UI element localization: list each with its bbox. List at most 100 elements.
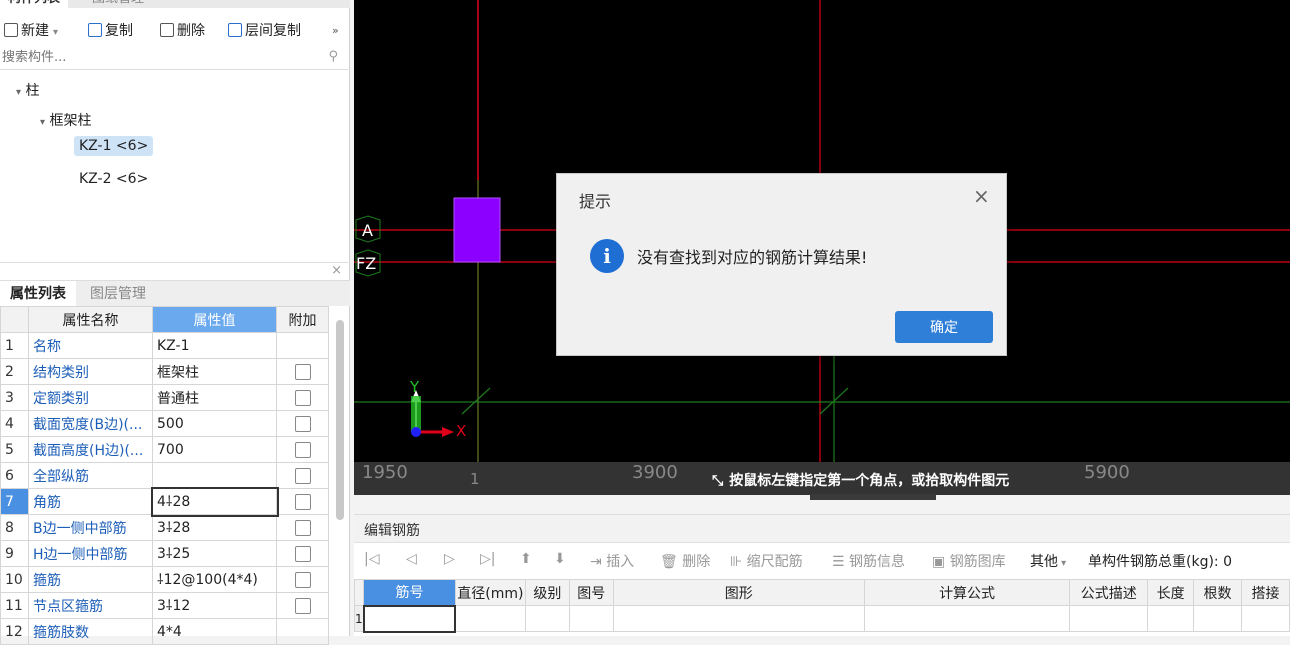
scale-rebar-button[interactable]: ⊪ 缩尺配筋	[730, 551, 803, 571]
tab-drawing-manage[interactable]: 图纸管理	[84, 0, 152, 8]
prev-icon[interactable]: ◁	[406, 551, 417, 567]
property-value[interactable]: 3⸸28	[152, 514, 277, 541]
first-icon[interactable]: |◁	[364, 551, 379, 567]
last-icon[interactable]: ▷|	[480, 551, 495, 567]
col-bar-no[interactable]: 筋号	[363, 579, 456, 606]
cell-bar-no[interactable]	[362, 604, 457, 633]
cell-shape-no[interactable]	[568, 605, 614, 632]
collapse-arrow-icon[interactable]: ▾	[16, 87, 21, 98]
col-shape-no[interactable]: 图号	[568, 579, 614, 606]
splitter-handle[interactable]	[810, 494, 936, 500]
property-value[interactable]	[152, 462, 277, 489]
more-tools-button[interactable]: »	[332, 20, 339, 42]
property-row[interactable]: 11 节点区箍筋 3⸸12	[0, 592, 329, 619]
property-value[interactable]: 4*4	[152, 618, 277, 645]
property-value[interactable]: 3⸸12	[152, 592, 277, 619]
property-value[interactable]: 4⸸28	[150, 486, 279, 517]
add-checkbox[interactable]	[294, 571, 311, 588]
col-lap[interactable]: 搭接	[1241, 579, 1290, 606]
collapse-arrow-icon[interactable]: ▾	[40, 117, 45, 128]
search-icon[interactable]: ⚲	[328, 49, 338, 64]
property-row[interactable]: 9 H边一侧中部筋 3⸸25	[0, 540, 329, 567]
property-add-cell	[276, 410, 329, 437]
property-row[interactable]: 10 箍筋 ⸸12@100(4*4)	[0, 566, 329, 593]
rebar-library-button[interactable]: ▣ 钢筋图库	[932, 551, 1006, 571]
property-row[interactable]: 5 截面高度(H边)(... 700	[0, 436, 329, 463]
insert-button[interactable]: ⇥ 插入	[590, 551, 634, 571]
panel-splitter[interactable]: ×	[0, 262, 348, 280]
tree-node-column[interactable]: ▾ 柱	[16, 80, 39, 100]
move-up-icon[interactable]: ⬆	[520, 551, 532, 567]
cell-length[interactable]	[1147, 605, 1195, 632]
tab-component-list[interactable]: 构件列表	[0, 0, 69, 8]
copy-button[interactable]: 复制	[88, 20, 133, 42]
add-checkbox[interactable]	[294, 519, 311, 536]
rebar-info-button[interactable]: ☰ 钢筋信息	[832, 551, 905, 571]
table-row[interactable]: 1	[353, 604, 1290, 633]
add-checkbox[interactable]	[294, 597, 311, 614]
col-length[interactable]: 长度	[1147, 579, 1195, 606]
cell-formula-desc[interactable]	[1069, 605, 1149, 632]
add-checkbox[interactable]	[294, 389, 311, 406]
rebar-table: 筋号 直径(mm) 级别 图号 图形 计算公式 公式描述 长度 根数 搭接 1	[353, 579, 1290, 633]
cell-lap[interactable]	[1241, 605, 1290, 632]
add-checkbox[interactable]	[294, 467, 311, 484]
delete-rebar-button[interactable]: 🗑 删除	[660, 551, 710, 571]
property-row[interactable]: 4 截面宽度(B边)(... 500	[0, 410, 329, 437]
property-scrollbar[interactable]	[336, 320, 344, 520]
cell-shape[interactable]	[612, 605, 865, 632]
add-checkbox[interactable]	[294, 493, 311, 510]
close-icon[interactable]: ×	[973, 184, 990, 208]
floor-copy-button[interactable]: 层间复制	[228, 20, 301, 42]
cell-grade[interactable]	[524, 605, 570, 632]
tree-item-kz2[interactable]: KZ-2 <6>	[79, 171, 148, 187]
other-dropdown[interactable]: 其他 ▾	[1030, 551, 1066, 571]
ok-button[interactable]: 确定	[895, 311, 993, 343]
property-row[interactable]: 1 名称 KZ-1	[0, 332, 329, 359]
property-value[interactable]: 普通柱	[152, 384, 277, 411]
move-down-icon[interactable]: ⬇	[554, 551, 566, 567]
property-name: B边一侧中部筋	[28, 514, 153, 541]
property-row[interactable]: 7 角筋 4⸸28	[0, 486, 329, 517]
row-number: 10	[0, 566, 29, 593]
new-button[interactable]: 新建 ▾	[4, 20, 58, 42]
property-add-cell	[276, 618, 329, 645]
search-input[interactable]	[0, 46, 320, 68]
add-checkbox[interactable]	[294, 415, 311, 432]
property-value[interactable]: 框架柱	[152, 358, 277, 385]
info-list-icon: ☰	[832, 554, 850, 570]
edit-rebar-title: 编辑钢筋	[364, 523, 420, 539]
cell-diameter[interactable]	[454, 605, 526, 632]
col-grade[interactable]: 级别	[524, 579, 570, 606]
property-row[interactable]: 12 箍筋肢数 4*4	[0, 618, 329, 645]
property-value[interactable]: 3⸸25	[152, 540, 277, 567]
col-formula[interactable]: 计算公式	[863, 579, 1071, 606]
col-count[interactable]: 根数	[1193, 579, 1243, 606]
delete-button[interactable]: 删除	[160, 20, 205, 42]
property-row[interactable]: 3 定额类别 普通柱	[0, 384, 329, 411]
add-checkbox[interactable]	[294, 441, 311, 458]
tree-item-kz1[interactable]: KZ-1 <6>	[74, 136, 154, 156]
property-row[interactable]: 2 结构类别 框架柱	[0, 358, 329, 385]
col-formula-desc[interactable]: 公式描述	[1069, 579, 1149, 606]
add-checkbox[interactable]	[294, 363, 311, 380]
next-icon[interactable]: ▷	[444, 551, 455, 567]
property-row[interactable]: 8 B边一侧中部筋 3⸸28	[0, 514, 329, 541]
component-tabs: 构件列表 图纸管理	[0, 0, 350, 8]
col-shape[interactable]: 图形	[612, 579, 865, 606]
add-checkbox[interactable]	[294, 545, 311, 562]
tree-node-frame-column[interactable]: ▾ 框架柱	[40, 110, 91, 130]
cell-count[interactable]	[1193, 605, 1243, 632]
property-value[interactable]: 700	[152, 436, 277, 463]
column-kz1[interactable]	[453, 197, 501, 263]
property-value[interactable]: ⸸12@100(4*4)	[152, 566, 277, 593]
tab-layer-manage[interactable]: 图层管理	[80, 281, 156, 307]
tab-property-list[interactable]: 属性列表	[0, 281, 76, 307]
col-diameter[interactable]: 直径(mm)	[454, 579, 526, 606]
property-value[interactable]: 500	[152, 410, 277, 437]
property-row[interactable]: 6 全部纵筋	[0, 462, 329, 489]
dropdown-arrow-icon[interactable]: ▾	[53, 27, 58, 38]
close-icon[interactable]: ×	[331, 263, 342, 278]
cell-formula[interactable]	[863, 605, 1071, 632]
property-value[interactable]: KZ-1	[152, 332, 277, 359]
